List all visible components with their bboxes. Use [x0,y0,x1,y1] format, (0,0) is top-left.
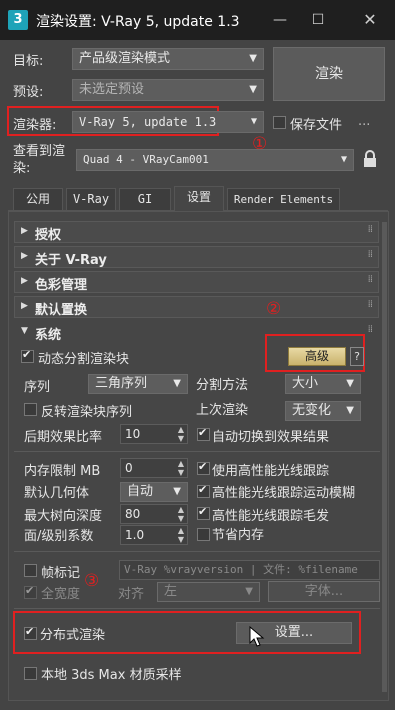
max-tree-depth-label: 最大树向深度 [24,509,103,524]
lock-icon[interactable] [362,150,378,168]
align-label: 对齐 [118,587,145,602]
save-memory-label: 节省内存 [212,528,265,543]
align-dropdown[interactable]: 左 ▼ [157,582,260,602]
tab-vray[interactable]: V-Ray [66,188,116,210]
chevron-down-icon: ▼ [245,586,253,597]
rollout-license[interactable]: ▶ 授权 ⁞⁞ [14,221,379,243]
tab-render-elements[interactable]: Render Elements [227,188,340,210]
last-render-dropdown[interactable]: 无变化 ▼ [285,401,361,421]
maximize-icon[interactable]: ☐ [306,8,330,32]
help-button[interactable]: ? [350,347,364,366]
mouse-cursor-icon [249,625,265,648]
chevron-down-icon: ▼ [340,154,347,165]
sequence-label: 序列 [24,380,51,395]
annotation-3: ③ [84,571,100,591]
frame-stamp-input[interactable]: V-Ray %vrayversion | 文件: %filename [119,560,380,580]
face-level-label: 面/级别系数 [24,529,94,544]
render-button[interactable]: 渲染 [273,47,385,101]
distributed-render-checkbox[interactable] [24,625,37,640]
chevron-down-icon: ▼ [346,405,354,416]
section-divider [14,551,380,552]
distributed-render-label: 分布式渲染 [40,628,106,643]
advanced-button[interactable]: 高级 [288,347,346,366]
tab-gi[interactable]: GI [119,188,171,210]
frame-stamp-checkbox[interactable] [24,563,37,577]
default-geometry-dropdown[interactable]: 自动 ▼ [120,482,188,502]
sequence-dropdown[interactable]: 三角序列 ▼ [88,374,188,394]
drag-handle-icon: ⁞⁞ [367,224,373,235]
save-memory-checkbox[interactable] [197,527,210,541]
minimize-icon[interactable]: — [268,8,292,32]
default-geometry-label: 默认几何体 [24,486,90,501]
local-sampling-checkbox[interactable] [24,666,37,680]
collapse-icon: ▼ [21,326,28,336]
memory-limit-spinner[interactable]: 0 ▲ ▼ [120,458,188,478]
rollout-about-vray[interactable]: ▶ 关于 V-Ray ⁞⁞ [14,246,379,268]
hp-motion-blur-checkbox[interactable] [197,483,210,498]
hp-hair-label: 高性能光线跟踪毛发 [212,509,330,524]
post-effects-label: 后期效果比率 [24,430,103,445]
drag-handle-icon: ⁞⁞ [367,274,373,285]
rollout-default-displacement[interactable]: ▶ 默认置换 ⁞⁞ [14,296,379,318]
hp-motion-blur-label: 高性能光线跟踪运动模糊 [212,486,356,501]
local-sampling-label: 本地 3ds Max 材质采样 [41,668,182,683]
app-icon: 3 [8,10,28,30]
auto-switch-label: 自动切换到效果结果 [212,430,330,445]
tab-settings[interactable]: 设置 [174,186,224,211]
drag-handle-icon: ⁞⁞ [367,249,373,260]
reverse-sequence-checkbox[interactable] [24,402,37,416]
dynamic-split-label: 动态分割渲染块 [38,352,130,367]
scrollbar[interactable] [382,222,387,692]
chevron-down-icon: ▼ [249,84,257,95]
frame-stamp-label: 帧标记 [41,566,81,581]
save-file-label: 保存文件 [290,118,343,133]
split-method-dropdown[interactable]: 大小 ▼ [285,374,361,394]
post-effects-spinner[interactable]: 10 ▲ ▼ [120,424,188,444]
view-label: 查看到渲染: [13,144,66,176]
renderer-label: 渲染器: [13,118,57,133]
chevron-down-icon: ▼ [346,378,354,389]
rollout-color-management[interactable]: ▶ 色彩管理 ⁞⁞ [14,271,379,293]
close-icon[interactable]: ✕ [358,8,382,32]
expand-icon: ▶ [21,301,28,311]
preset-label: 预设: [13,85,44,100]
max-tree-depth-spinner[interactable]: 80 ▲ ▼ [120,504,188,524]
dynamic-split-checkbox[interactable] [21,348,34,363]
drag-handle-icon: ⁞⁞ [367,324,373,335]
hp-raytrace-label: 使用高性能光线跟踪 [212,464,330,479]
target-dropdown[interactable]: 产品级渲染模式 ▼ [72,48,264,70]
last-render-label: 上次渲染 [196,403,249,418]
tab-common[interactable]: 公用 [13,188,63,210]
expand-icon: ▶ [21,251,28,261]
reverse-sequence-label: 反转渲染块序列 [41,405,133,420]
drag-handle-icon: ⁞⁞ [367,299,373,310]
split-method-label: 分割方法 [196,378,249,393]
hp-raytrace-checkbox[interactable] [197,460,210,475]
annotation-2: ② [266,299,282,319]
expand-icon: ▶ [21,276,28,286]
chevron-down-icon: ▼ [250,116,257,127]
renderer-dropdown[interactable]: V-Ray 5, update 1.3 ▼ [72,111,264,133]
hp-hair-checkbox[interactable] [197,505,210,520]
full-width-checkbox[interactable] [24,584,37,599]
window-title: 渲染设置: V-Ray 5, update 1.3 [36,14,240,30]
auto-switch-checkbox[interactable] [197,426,210,441]
save-file-checkbox[interactable] [273,115,286,129]
memory-limit-label: 内存限制 MB [24,464,101,479]
save-file-more-button[interactable]: ... [358,114,370,129]
chevron-down-icon: ▼ [173,486,181,497]
font-button[interactable]: 字体... [268,581,380,602]
face-level-spinner[interactable]: 1.0 ▲ ▼ [120,525,188,545]
preset-dropdown[interactable]: 未选定预设 ▼ [72,79,264,101]
chevron-down-icon: ▼ [173,378,181,389]
full-width-label: 全宽度 [41,587,81,602]
section-divider [14,451,380,452]
expand-icon: ▶ [21,226,28,236]
section-divider [14,608,380,609]
chevron-down-icon: ▼ [249,53,257,64]
target-label: 目标: [13,54,44,69]
view-dropdown[interactable]: Quad 4 - VRayCam001 ▼ [76,149,354,171]
